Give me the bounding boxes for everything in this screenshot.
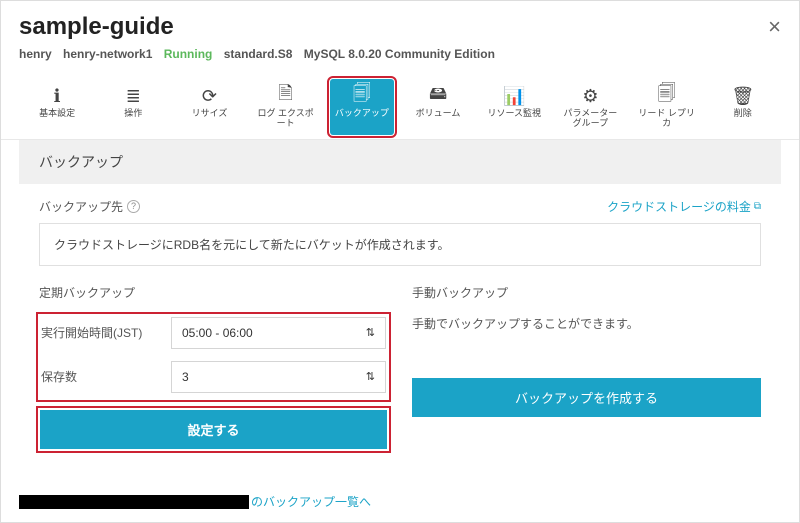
meta-network: henry-network1 <box>63 47 152 61</box>
close-icon[interactable]: × <box>768 14 781 40</box>
copy-icon: 🗐 <box>353 85 371 107</box>
manual-heading: 手動バックアップ <box>412 284 761 301</box>
document-icon: 🗎 <box>278 85 292 107</box>
tab-label: リソース監視 <box>487 109 541 119</box>
chart-icon: 📊 <box>503 85 525 107</box>
copy-icon: 🗐 <box>658 85 676 107</box>
manual-create-button[interactable]: バックアップを作成する <box>412 378 761 417</box>
destination-note: クラウドストレージにRDB名を元にして新たにバケットが作成されます。 <box>39 223 761 266</box>
info-icon: ℹ <box>54 85 61 107</box>
tab-label: リサイズ <box>192 109 228 119</box>
meta-user: henry <box>19 47 52 61</box>
tab-label: ログ エクスポート <box>256 109 316 129</box>
backup-destination-label: バックアップ先 ? <box>39 198 140 215</box>
tabs: ℹ 基本設定 ≣ 操作 ⟳ リサイズ 🗎ログ エクスポート 🗐 バックアップ 🖴 ボリュー… <box>1 71 799 140</box>
tab-label: 操作 <box>124 109 142 119</box>
dest-text: バックアップ先 <box>39 198 123 215</box>
tab-resource-monitor[interactable]: 📊 リソース監視 <box>482 79 546 135</box>
tab-label: バックアップ <box>335 109 389 119</box>
tab-operations[interactable]: ≣ 操作 <box>101 79 165 135</box>
tab-basic[interactable]: ℹ 基本設定 <box>25 79 89 135</box>
start-time-select[interactable]: 05:00 - 06:00 ⇅ <box>171 317 386 349</box>
tab-parameter-group[interactable]: ⚙パラメーター グループ <box>558 79 622 135</box>
cloud-storage-price-link[interactable]: クラウドストレージの料金 ⧉ <box>607 198 761 215</box>
meta-status: Running <box>164 47 213 61</box>
tab-log-export[interactable]: 🗎ログ エクスポート <box>254 79 318 135</box>
trash-icon: 🗑 <box>731 85 754 107</box>
tab-resize[interactable]: ⟳ リサイズ <box>177 79 241 135</box>
disk-icon: 🖴 <box>429 85 447 107</box>
panel-title: バックアップ <box>19 140 781 184</box>
redacted-bar <box>19 495 249 509</box>
start-time-value: 05:00 - 06:00 <box>182 326 253 340</box>
start-time-label: 実行開始時間(JST) <box>41 324 171 341</box>
external-link-icon: ⧉ <box>754 201 761 212</box>
meta-db: MySQL 8.0.20 Community Edition <box>304 47 495 61</box>
keep-count-label: 保存数 <box>41 368 171 385</box>
page-title: sample-guide <box>19 13 174 41</box>
tab-label: 削除 <box>734 109 752 119</box>
scheduled-heading: 定期バックアップ <box>39 284 388 301</box>
keep-count-value: 3 <box>182 370 189 384</box>
tab-label: 基本設定 <box>39 109 75 119</box>
footer: のバックアップ一覧へ <box>19 493 371 510</box>
tab-read-replica[interactable]: 🗐リード レプリカ <box>635 79 699 135</box>
meta-spec: standard.S8 <box>224 47 293 61</box>
tab-label: ボリューム <box>416 109 461 119</box>
stack-icon: ≣ <box>126 85 141 107</box>
backup-list-link[interactable]: のバックアップ一覧へ <box>251 493 371 510</box>
chevron-updown-icon: ⇅ <box>366 370 375 383</box>
meta-row: henry henry-network1 Running standard.S8… <box>1 47 799 71</box>
manual-backup-column: 手動バックアップ 手動でバックアップすることができます。 バックアップを作成する <box>412 284 761 450</box>
chevron-updown-icon: ⇅ <box>366 326 375 339</box>
help-icon[interactable]: ? <box>127 200 140 213</box>
manual-description: 手動でバックアップすることができます。 <box>412 315 761 332</box>
keep-count-select[interactable]: 3 ⇅ <box>171 361 386 393</box>
tab-label: パラメーター グループ <box>560 109 620 129</box>
link-text: クラウドストレージの料金 <box>607 198 751 215</box>
scheduled-submit-button[interactable]: 設定する <box>40 410 387 449</box>
tab-volume[interactable]: 🖴 ボリューム <box>406 79 470 135</box>
tab-label: リード レプリカ <box>637 109 697 129</box>
gear-icon: ⚙ <box>582 85 598 107</box>
tab-delete[interactable]: 🗑 削除 <box>711 79 775 135</box>
tab-backup[interactable]: 🗐 バックアップ <box>330 79 394 135</box>
scheduled-backup-column: 定期バックアップ 実行開始時間(JST) 05:00 - 06:00 ⇅ 保存数… <box>39 284 388 450</box>
refresh-icon: ⟳ <box>202 85 217 107</box>
